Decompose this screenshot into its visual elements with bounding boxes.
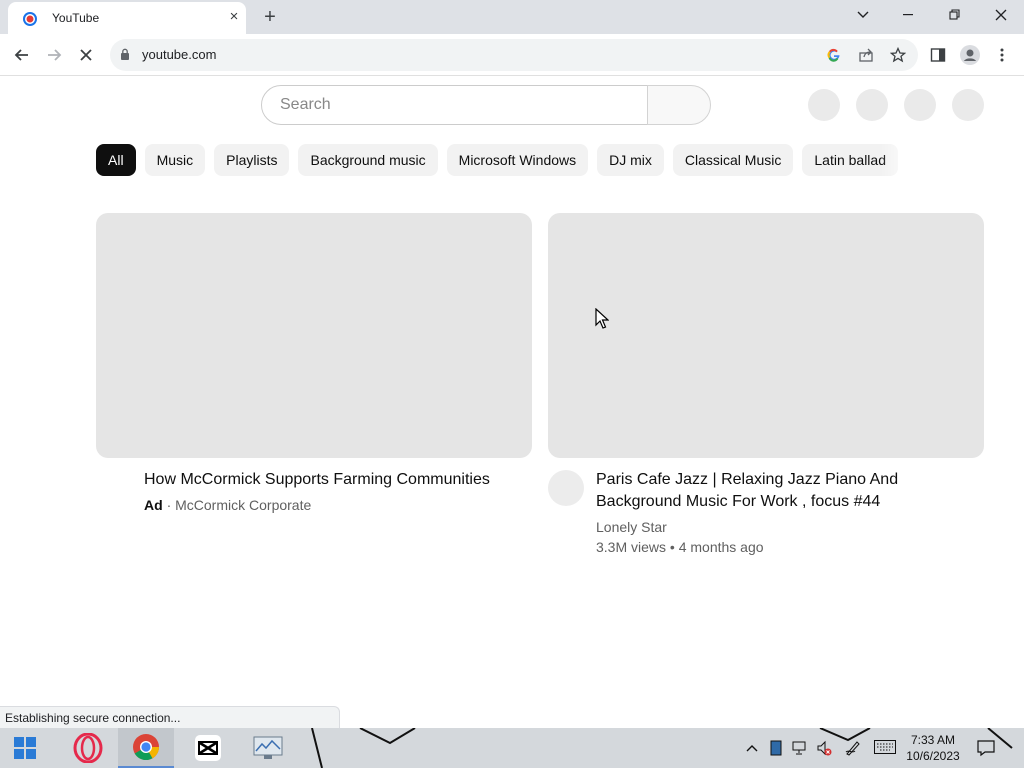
tab-title: YouTube: [52, 11, 100, 25]
tab-search-chevron-icon[interactable]: [840, 0, 886, 30]
clock-date: 10/6/2023: [906, 749, 960, 763]
lock-icon[interactable]: [120, 48, 130, 66]
video-thumbnail-placeholder[interactable]: [96, 213, 532, 458]
chrome-app-icon[interactable]: [118, 728, 174, 768]
chip-classical-music[interactable]: Classical Music: [672, 144, 794, 176]
chip-background-music[interactable]: Background music: [298, 144, 438, 176]
tab-youtube[interactable]: YouTube ×: [8, 2, 246, 34]
capcut-app-icon[interactable]: [180, 728, 236, 768]
tab-strip: YouTube × +: [0, 0, 1024, 34]
video-thumbnail-placeholder[interactable]: [548, 213, 984, 458]
meta-separator: ·: [166, 497, 172, 513]
status-bubble: Establishing secure connection...: [0, 706, 340, 728]
tablet-icon[interactable]: [768, 740, 784, 756]
address-bar[interactable]: youtube.com: [110, 39, 918, 71]
pen-ink-icon[interactable]: [845, 740, 861, 756]
network-icon[interactable]: [792, 740, 808, 756]
ad-badge: Ad: [144, 497, 163, 513]
chip-dj-mix[interactable]: DJ mix: [597, 144, 664, 176]
chip-music[interactable]: Music: [144, 144, 206, 176]
browser-menu-icon[interactable]: [990, 43, 1014, 67]
clock-time: 7:33 AM: [910, 733, 956, 747]
bookmark-star-icon[interactable]: [886, 43, 910, 67]
video-title[interactable]: Paris Cafe Jazz | Relaxing Jazz Piano An…: [596, 469, 976, 513]
search-input[interactable]: [278, 95, 618, 115]
opera-app-icon[interactable]: [60, 728, 116, 768]
account-avatar-placeholder[interactable]: [952, 89, 984, 121]
restore-icon[interactable]: [932, 0, 978, 30]
start-button[interactable]: [0, 728, 50, 768]
search-field[interactable]: [261, 85, 648, 125]
window-close-icon[interactable]: [978, 0, 1024, 30]
filter-chips-bar: All Music Playlists Background music Microso…: [96, 144, 920, 178]
mouse-cursor-icon: [595, 307, 610, 335]
clock[interactable]: 7:33 AM 10/6/2023: [898, 732, 968, 764]
channel-name[interactable]: Lonely Star: [596, 517, 976, 537]
keyboard-icon[interactable]: [874, 740, 896, 756]
forward-icon[interactable]: [42, 43, 66, 67]
channel-name[interactable]: McCormick Corporate: [175, 497, 311, 513]
chip-playlists[interactable]: Playlists: [214, 144, 290, 176]
volume-muted-icon[interactable]: [816, 740, 832, 756]
url-text: youtube.com: [142, 47, 217, 62]
notifications-placeholder[interactable]: [904, 89, 936, 121]
minimize-icon[interactable]: [886, 0, 932, 30]
channel-avatar-placeholder[interactable]: [548, 470, 584, 506]
side-panel-icon[interactable]: [926, 43, 950, 67]
video-stats: 3.3M views • 4 months ago: [596, 539, 764, 555]
notification-center-icon[interactable]: [968, 728, 1004, 768]
create-placeholder[interactable]: [856, 89, 888, 121]
back-icon[interactable]: [10, 43, 34, 67]
video-meta: Ad · McCormick Corporate: [144, 495, 534, 515]
youtube-favicon-icon: [22, 11, 38, 27]
google-lens-icon[interactable]: [822, 43, 846, 67]
voice-search-placeholder[interactable]: [808, 89, 840, 121]
monitor-app-icon[interactable]: [240, 728, 296, 768]
chip-all[interactable]: All: [96, 144, 136, 176]
new-tab-button[interactable]: +: [258, 6, 282, 28]
tray-overflow-chevron-icon[interactable]: [744, 740, 760, 756]
taskbar: 7:33 AM 10/6/2023: [0, 728, 1024, 768]
profile-avatar-icon[interactable]: [958, 43, 982, 67]
video-title[interactable]: How McCormick Supports Farming Communiti…: [144, 469, 534, 491]
chip-microsoft-windows[interactable]: Microsoft Windows: [446, 144, 589, 176]
tab-close-icon[interactable]: ×: [226, 9, 242, 25]
stop-loading-icon[interactable]: [74, 43, 98, 67]
search-button[interactable]: [647, 85, 711, 125]
chips-fade-overlay: [880, 144, 920, 178]
browser-toolbar: youtube.com: [0, 34, 1024, 76]
share-icon[interactable]: [854, 43, 878, 67]
